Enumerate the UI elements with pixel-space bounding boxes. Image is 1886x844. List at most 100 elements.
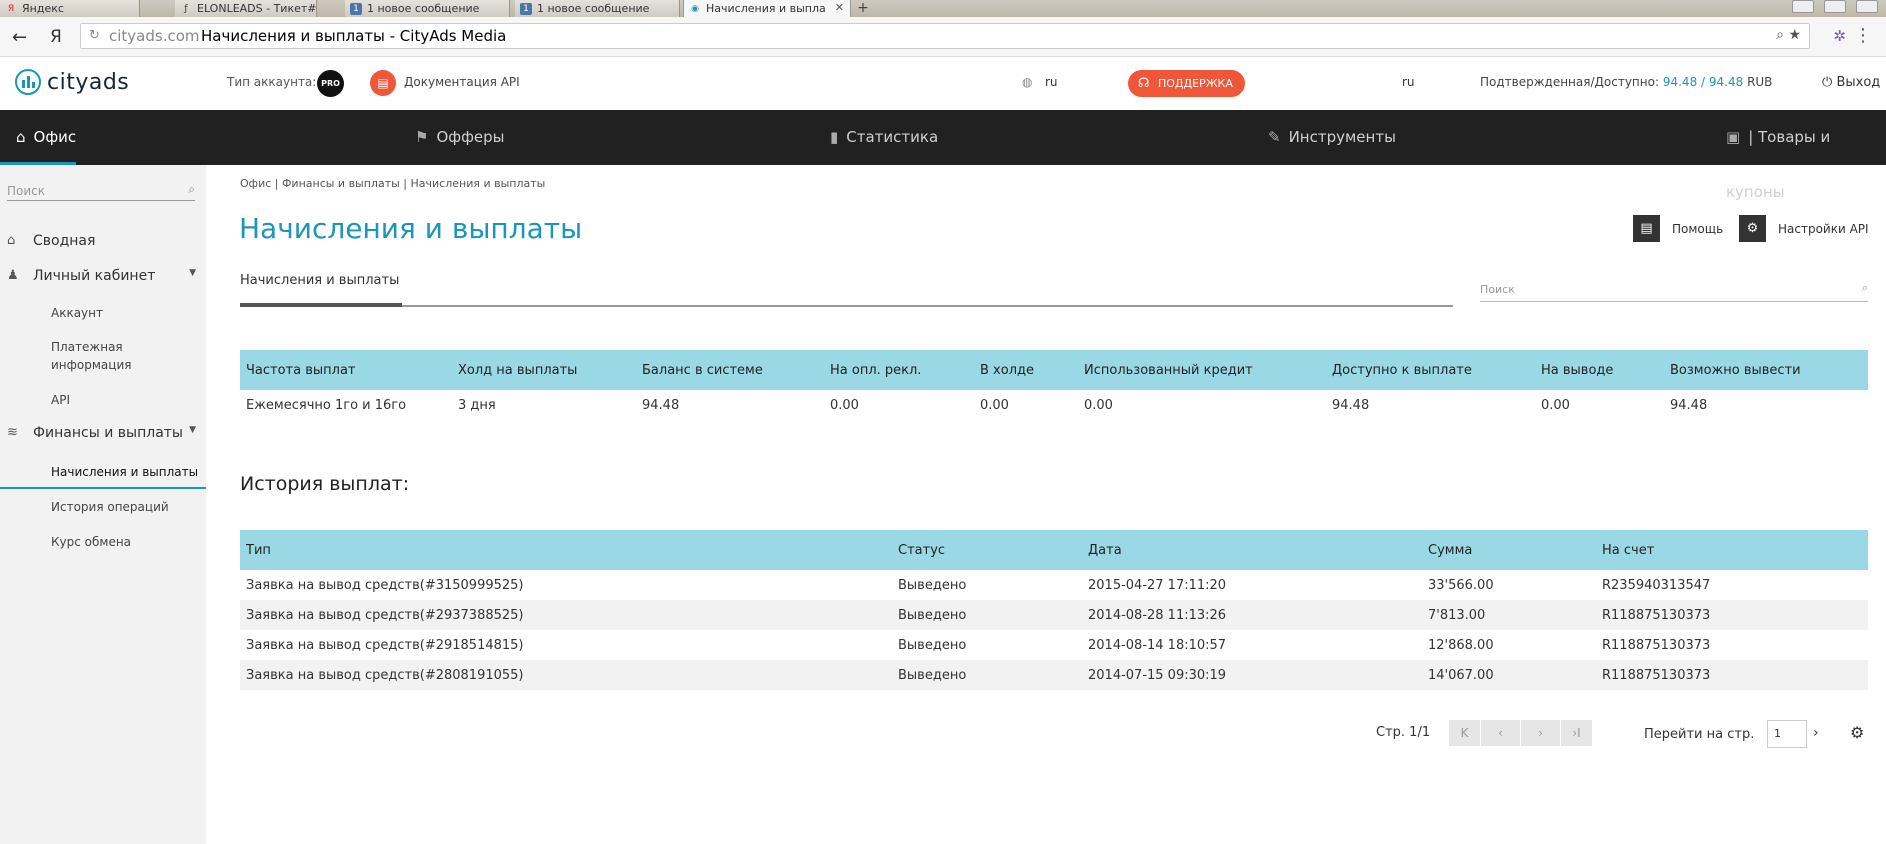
browser-tab-cityads[interactable]: ◉ Начисления и выпла ✕: [683, 0, 851, 17]
cell-type: Заявка на вывод средств(#2918514815): [246, 637, 524, 653]
column-header: Возможно вывести: [1664, 350, 1868, 390]
tab-label: Начисления и выпла: [706, 2, 826, 15]
first-page-button[interactable]: K: [1449, 720, 1481, 746]
globe-icon: ◍: [1022, 75, 1033, 89]
chevron-down-icon: ▼: [189, 268, 196, 278]
search-icon[interactable]: ⌕: [188, 182, 195, 197]
sidebar-sub-api[interactable]: API: [51, 391, 70, 409]
goto-page-button[interactable]: ›: [1813, 725, 1819, 741]
support-button[interactable]: ☊ ПОДДЕРЖКА: [1128, 70, 1245, 97]
document-icon[interactable]: ▤: [370, 70, 396, 96]
api-settings-button[interactable]: ⚙ Настройки API: [1739, 215, 1869, 242]
logo-text: cityads: [47, 69, 130, 95]
table-row: Заявка на вывод средств(#2918514815) Выв…: [240, 630, 1868, 660]
nav-label: Офис: [33, 128, 77, 146]
balance-confirmed: 94.48: [1662, 75, 1698, 89]
box-icon: ▣: [1726, 128, 1741, 146]
tab-label: 1 новое сообщение: [537, 2, 650, 15]
help-button[interactable]: ▤ Помощь: [1633, 215, 1723, 242]
column-header: Использованный кредит: [1078, 350, 1326, 390]
sidebar-sub-accruals-payouts[interactable]: Начисления и выплаты: [51, 463, 198, 481]
cell-account: R118875130373: [1602, 637, 1711, 653]
back-arrow-icon[interactable]: ←: [12, 27, 27, 48]
close-tab-icon[interactable]: ✕: [835, 1, 844, 14]
yandex-icon: Я: [7, 4, 15, 14]
sidebar-item-label: Сводная: [33, 233, 96, 249]
extension-icon[interactable]: ✲: [1833, 27, 1846, 45]
cell-account: R118875130373: [1596, 600, 1868, 630]
browser-tab-yandex[interactable]: Я Яндекс: [0, 0, 140, 17]
search-placeholder: Поиск: [1480, 283, 1515, 296]
nav-office[interactable]: ⌂ Офис: [0, 110, 77, 165]
minimize-button[interactable]: [1792, 0, 1814, 13]
cell-type: Заявка на вывод средств(#3150999525): [246, 577, 524, 593]
balance-label: Подтвержденная/Доступно:: [1480, 75, 1660, 89]
last-page-button[interactable]: ›I: [1561, 720, 1593, 746]
column-header: Баланс в системе: [636, 350, 824, 390]
cell-amount: 12'868.00: [1428, 637, 1494, 653]
tab-accruals-payouts[interactable]: Начисления и выплаты: [240, 273, 399, 288]
close-window-button[interactable]: [1856, 0, 1878, 13]
logout-label: Выход: [1836, 75, 1881, 90]
column-header: Тип: [240, 530, 892, 570]
reload-icon[interactable]: ↻: [89, 28, 100, 43]
home-icon: ⌂: [16, 128, 26, 146]
cityads-logo[interactable]: cityads: [15, 69, 129, 95]
balance-currency: RUB: [1747, 75, 1773, 89]
nav-statistics[interactable]: ▮ Статистика: [830, 110, 938, 165]
search-icon[interactable]: ⌕: [1862, 281, 1868, 295]
new-tab-button[interactable]: +: [852, 0, 874, 17]
cityads-icon: ◉: [691, 4, 699, 14]
power-icon: ⏻: [1822, 75, 1833, 90]
site-header: cityads Тип аккаунта: PRO ▤ Документация…: [0, 57, 1886, 110]
nav-tools[interactable]: ✎ Инструменты: [1268, 110, 1396, 165]
cell-type: Заявка на вывод средств(#2937388525): [240, 600, 892, 630]
api-docs-link[interactable]: Документация API: [404, 75, 520, 89]
sidebar: Поиск ⌕ ⌂ Сводная ♟ Личный кабинет ▼ Акк…: [0, 165, 206, 844]
content-search-input[interactable]: Поиск ⌕: [1480, 277, 1868, 302]
cell-account: R235940313547: [1602, 577, 1711, 593]
nav-label: Инструменты: [1288, 128, 1396, 146]
column-header: Доступно к выплате: [1326, 350, 1535, 390]
search-star-icons[interactable]: ⌕ ★: [1776, 27, 1801, 43]
chevron-down-icon: ▼: [189, 425, 196, 435]
sidebar-sub-account[interactable]: Аккаунт: [51, 304, 103, 322]
column-header: На счет: [1596, 530, 1868, 570]
sidebar-sub-operations-history[interactable]: История операций: [51, 498, 169, 516]
language-selector-2[interactable]: ru: [1402, 75, 1415, 89]
cell-used-credit: 0.00: [1084, 397, 1113, 413]
home-icon: ⌂: [7, 233, 16, 248]
browser-tab-elonleads[interactable]: ƒ ELONLEADS - Тикет#1: [175, 0, 317, 17]
tab-label: Яндекс: [22, 2, 64, 15]
cell-date: 2015-04-27 17:11:20: [1088, 577, 1227, 593]
history-header-row: Тип Статус Дата Сумма На счет: [240, 530, 1868, 570]
main-navigation: ⌂ Офис ⚑ Офферы ▮ Статистика ✎ Инструменты ▣…: [0, 110, 1886, 201]
logout-button[interactable]: ⏻ Выход: [1822, 75, 1880, 90]
goto-page-input[interactable]: 1: [1767, 720, 1807, 748]
maximize-button[interactable]: [1824, 0, 1846, 13]
help-label: Помощь: [1672, 221, 1724, 236]
page-indicator: Стр. 1/1: [1376, 725, 1431, 740]
next-page-button[interactable]: ›: [1521, 720, 1561, 746]
cell-ad-payment: 0.00: [830, 397, 859, 413]
address-bar[interactable]: ↻ cityads.com Начисления и выплаты - Cit…: [80, 23, 1810, 49]
sidebar-sub-exchange-rate[interactable]: Курс обмена: [51, 533, 131, 551]
language-selector[interactable]: ru: [1045, 75, 1058, 89]
prev-page-button[interactable]: ‹: [1481, 720, 1521, 746]
history-title: История выплат:: [240, 473, 410, 495]
sidebar-sub-payment-info[interactable]: Платежная информация: [51, 338, 171, 374]
flag-icon: ⚑: [415, 128, 429, 146]
yandex-button[interactable]: Я: [50, 27, 62, 47]
browser-menu-icon[interactable]: ⋮: [1854, 25, 1872, 46]
cell-payout-frequency: Ежемесячно 1го и 16го: [246, 397, 407, 413]
sidebar-search-input[interactable]: Поиск ⌕: [7, 175, 195, 201]
vk-icon: 1: [350, 3, 362, 15]
browser-tab-message-2[interactable]: 1 1 новое сообщение: [515, 0, 680, 17]
cell-on-hold: 0.00: [980, 397, 1009, 413]
api-settings-label: Настройки API: [1778, 221, 1869, 236]
nav-products-coupons[interactable]: ▣ | Товары и купоны: [1726, 110, 1886, 201]
cell-type: Заявка на вывод средств(#2808191055): [240, 660, 892, 690]
browser-tab-message-1[interactable]: 1 1 новое сообщение: [345, 0, 510, 17]
gear-icon[interactable]: ⚙: [1850, 723, 1864, 742]
nav-offers[interactable]: ⚑ Офферы: [415, 110, 505, 165]
